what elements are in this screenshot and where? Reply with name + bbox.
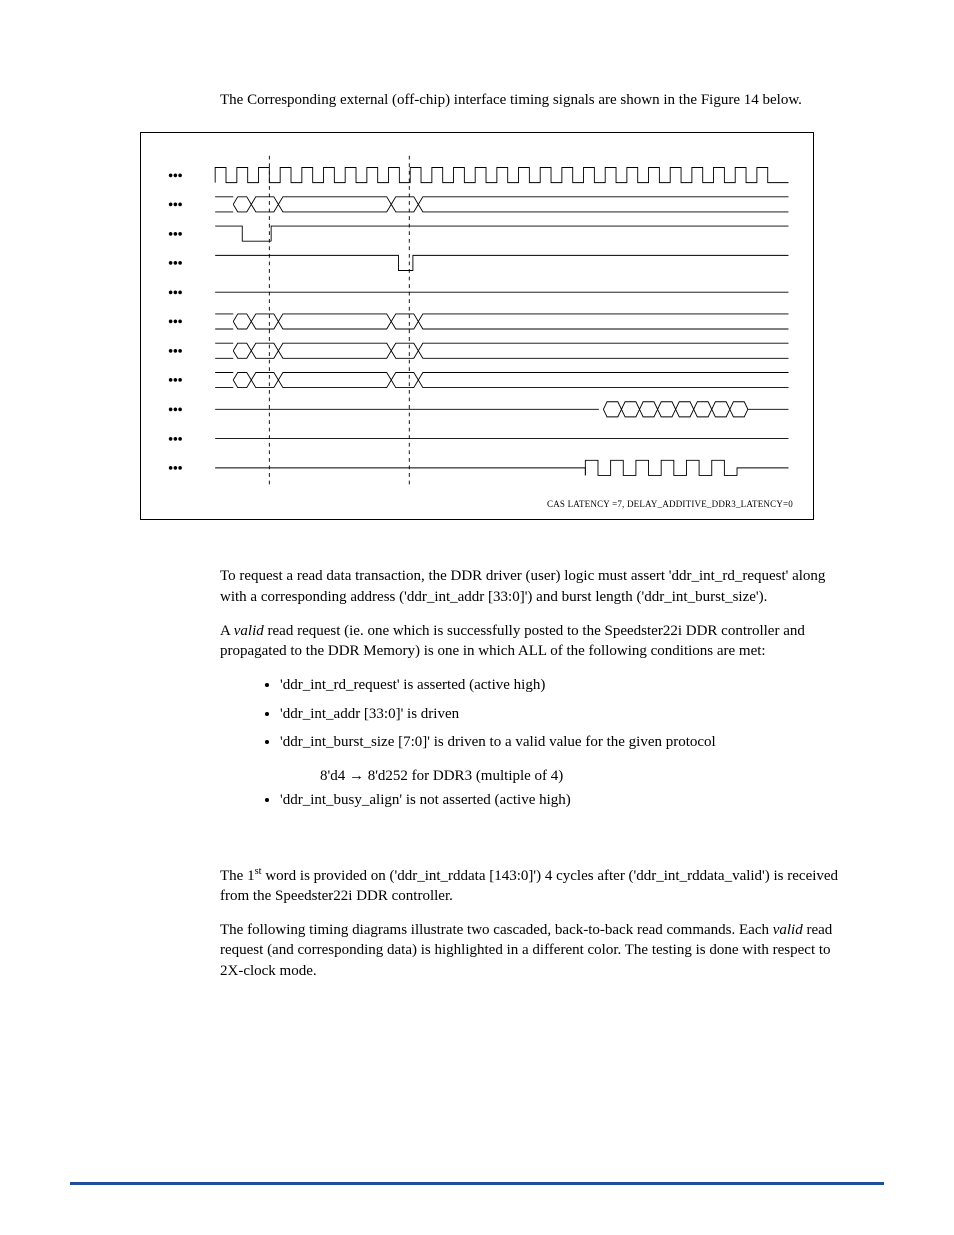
bullet-2: 'ddr_int_addr [33:0]' is driven — [280, 704, 854, 724]
conditions-list: 'ddr_int_rd_request' is asserted (active… — [220, 675, 854, 752]
para5-valid: valid — [773, 922, 803, 938]
para-cascaded: The following timing diagrams illustrate… — [220, 920, 854, 981]
svg-text:•••: ••• — [168, 197, 182, 212]
burst-range: 8'd4 → 8'd252 for DDR3 (multiple of 4) — [320, 766, 854, 786]
para5-pre: The following timing diagrams illustrate… — [220, 922, 773, 938]
svg-text:•••: ••• — [168, 431, 182, 446]
svg-text:•••: ••• — [168, 402, 182, 417]
para-read-request: To request a read data transaction, the … — [220, 566, 854, 607]
bullet-4: 'ddr_int_busy_align' is not asserted (ac… — [280, 790, 854, 810]
spacer — [220, 825, 854, 865]
bullet-3: 'ddr_int_burst_size [7:0]' is driven to … — [280, 732, 854, 752]
conditions-list-2: 'ddr_int_busy_align' is not asserted (ac… — [220, 790, 854, 810]
svg-text:•••: ••• — [168, 373, 182, 388]
svg-text:•••: ••• — [168, 226, 182, 241]
intro-paragraph: The Corresponding external (off-chip) in… — [220, 90, 854, 110]
svg-text:•••: ••• — [168, 461, 182, 476]
para3-valid: valid — [234, 623, 264, 639]
svg-text:•••: ••• — [168, 314, 182, 329]
timing-diagram-figure: ••• ••• ••• ••• ••• ••• ••• ••• ••• ••• ••• CAS LA… — [140, 132, 814, 520]
intro-text: The Corresponding external (off-chip) in… — [220, 90, 854, 110]
timing-diagram-svg: ••• ••• ••• ••• ••• ••• ••• ••• ••• ••• ••• — [161, 151, 793, 491]
para3-post: read request (ie. one which is successfu… — [220, 623, 805, 659]
para-first-word: The 1st word is provided on ('ddr_int_rd… — [220, 865, 854, 907]
svg-text:•••: ••• — [168, 285, 182, 300]
para4-post: word is provided on ('ddr_int_rddata [14… — [220, 868, 838, 904]
para3-pre: A — [220, 623, 234, 639]
svg-text:•••: ••• — [168, 168, 182, 183]
svg-text:•••: ••• — [168, 343, 182, 358]
svg-text:•••: ••• — [168, 256, 182, 271]
para-valid-conditions: A valid read request (ie. one which is s… — [220, 621, 854, 662]
body-block: To request a read data transaction, the … — [220, 566, 854, 981]
bullet-1: 'ddr_int_rd_request' is asserted (active… — [280, 675, 854, 695]
para4-sup: st — [255, 866, 262, 877]
figure-caption: CAS LATENCY =7, DELAY_ADDITIVE_DDR3_LATE… — [161, 499, 793, 509]
footer-rule — [70, 1182, 884, 1185]
para4-pre: The 1 — [220, 868, 255, 884]
page: The Corresponding external (off-chip) in… — [0, 0, 954, 1235]
